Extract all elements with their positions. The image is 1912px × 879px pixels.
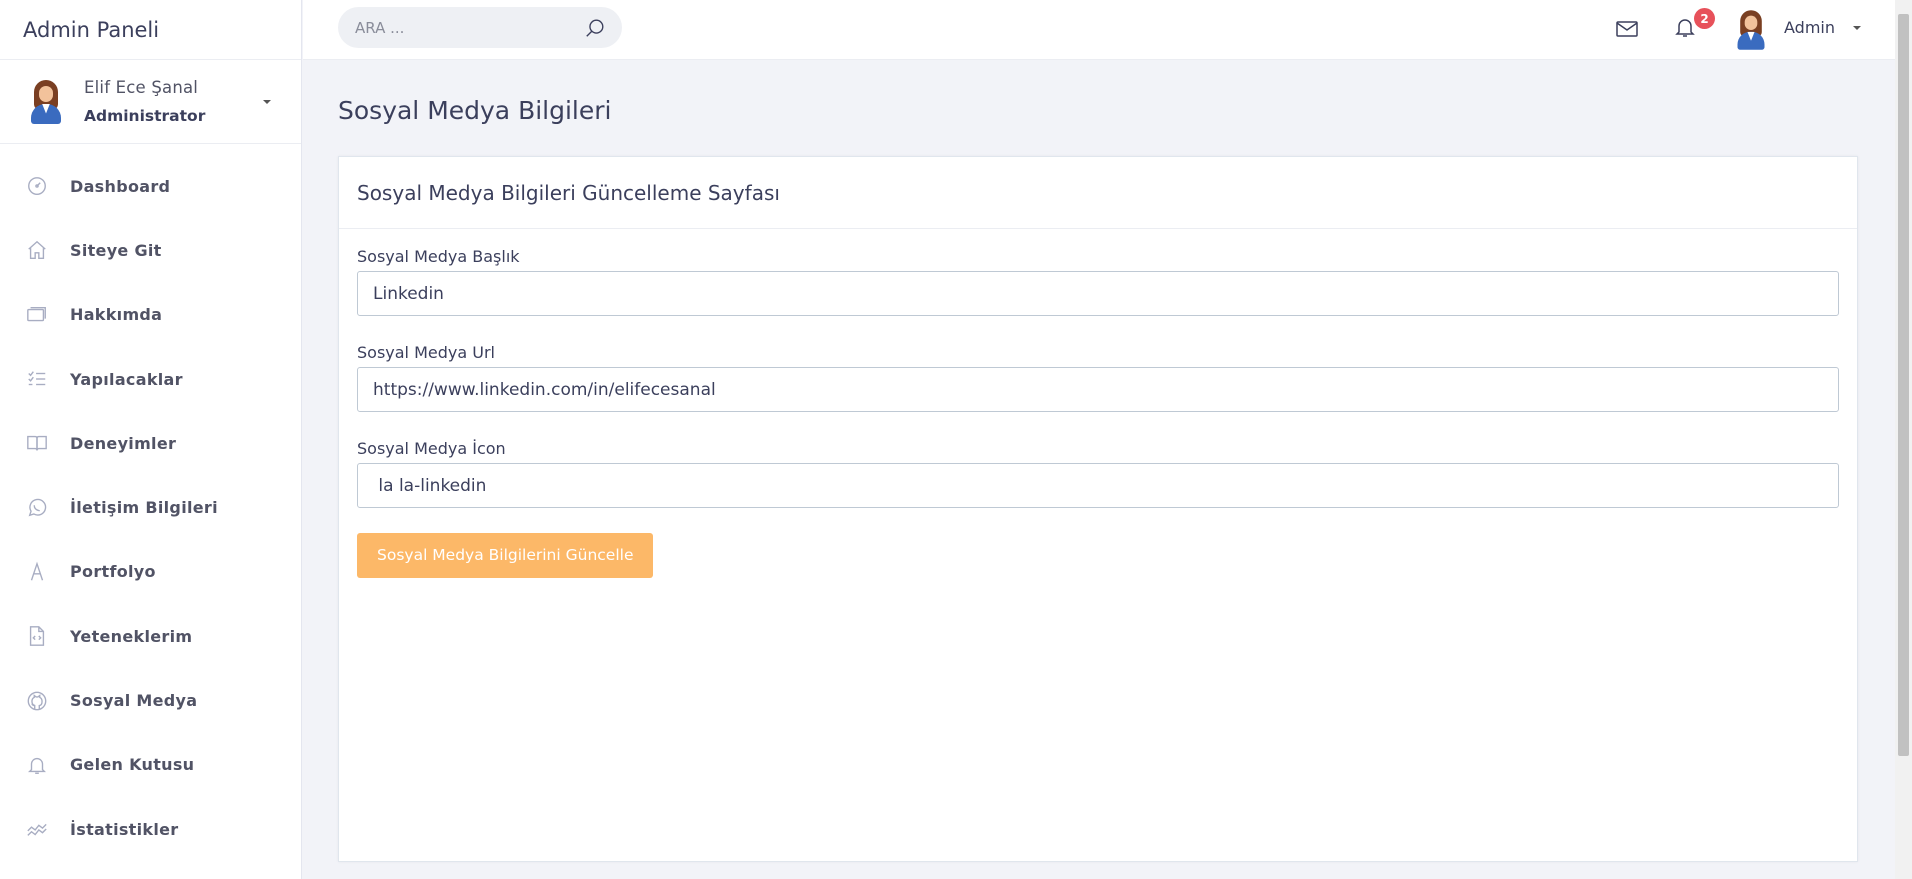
list-icon: [25, 367, 49, 391]
field-label: Sosyal Medya İcon: [357, 439, 506, 458]
social-media-title-input[interactable]: [357, 271, 1839, 316]
search-box: [338, 7, 622, 48]
caret-down-icon[interactable]: [263, 100, 271, 104]
sidebar-item-yeteneklerim[interactable]: Yeteneklerim: [0, 604, 301, 668]
sidebar-item-label: Sosyal Medya: [70, 691, 198, 711]
sidebar-item-label: Siteye Git: [70, 240, 162, 260]
sidebar-item-label: Gelen Kutusu: [70, 755, 195, 775]
scrollbar-thumb[interactable]: [1898, 14, 1909, 756]
mail-icon[interactable]: [1615, 17, 1641, 43]
sidebar-item-dashboard[interactable]: Dashboard: [0, 154, 301, 218]
social-media-icon-input[interactable]: [357, 463, 1839, 508]
brand-title[interactable]: Admin Paneli: [0, 0, 301, 60]
sidebar-item-sosyal-medya[interactable]: Sosyal Medya: [0, 668, 301, 732]
sidebar-item-hakkimda[interactable]: Hakkımda: [0, 283, 301, 347]
whatsapp-icon: [25, 496, 49, 520]
sidebar-item-label: İletişim Bilgileri: [70, 498, 218, 518]
sidebar-item-iletisim[interactable]: İletişim Bilgileri: [0, 475, 301, 539]
chart-line-icon: [25, 817, 49, 841]
sidebar-item-label: Yeteneklerim: [70, 626, 193, 646]
sidebar-item-deneyimler[interactable]: Deneyimler: [0, 411, 301, 475]
cards-icon: [25, 303, 49, 327]
vertical-scrollbar[interactable]: [1895, 0, 1912, 879]
book-icon: [25, 431, 49, 455]
search-icon[interactable]: [584, 17, 606, 39]
field-group-url: Sosyal Medya Url: [357, 343, 1839, 412]
user-avatar[interactable]: [1735, 10, 1767, 50]
speedometer-icon: [25, 174, 49, 198]
notification-badge: 2: [1694, 8, 1715, 29]
sidebar-item-istatistikler[interactable]: İstatistikler: [0, 797, 301, 861]
sidebar: Admin Paneli Elif Ece Şanal Administrato…: [0, 0, 302, 879]
sidebar-item-yapilacaklar[interactable]: Yapılacaklar: [0, 347, 301, 411]
top-bar: [303, 0, 1912, 60]
social-media-form: Sosyal Medya Başlık Sosyal Medya Url Sos…: [339, 229, 1857, 578]
github-icon: [25, 689, 49, 713]
field-label: Sosyal Medya Başlık: [357, 247, 520, 266]
sidebar-item-label: İstatistikler: [70, 819, 179, 839]
avatar: [28, 79, 64, 124]
sidebar-item-label: Hakkımda: [70, 305, 163, 325]
sidebar-item-label: Dashboard: [70, 176, 171, 196]
card-title: Sosyal Medya Bilgileri Güncelleme Sayfas…: [339, 157, 1857, 229]
sidebar-item-label: Portfolyo: [70, 562, 156, 582]
home-icon: [25, 238, 49, 262]
user-menu-label[interactable]: Admin: [1784, 18, 1835, 37]
search-input[interactable]: [338, 7, 558, 48]
field-group-title: Sosyal Medya Başlık: [357, 247, 1839, 316]
social-media-url-input[interactable]: [357, 367, 1839, 412]
field-group-icon: Sosyal Medya İcon: [357, 439, 1839, 508]
field-label: Sosyal Medya Url: [357, 343, 495, 362]
sidebar-menu: Dashboard Siteye Git Hakkımda Yapılacakl…: [0, 144, 301, 861]
sidebar-item-gelen-kutusu[interactable]: Gelen Kutusu: [0, 733, 301, 797]
letter-a-icon: [25, 560, 49, 584]
sidebar-item-portfolyo[interactable]: Portfolyo: [0, 540, 301, 604]
caret-down-icon[interactable]: [1853, 26, 1861, 30]
profile-name: Elif Ece Şanal: [84, 78, 199, 97]
sidebar-item-label: Deneyimler: [70, 433, 177, 453]
profile-role: Administrator: [84, 107, 206, 125]
code-file-icon: [25, 624, 49, 648]
form-card: Sosyal Medya Bilgileri Güncelleme Sayfas…: [338, 156, 1858, 862]
update-button[interactable]: Sosyal Medya Bilgilerini Güncelle: [357, 533, 654, 578]
sidebar-item-siteye-git[interactable]: Siteye Git: [0, 218, 301, 282]
sidebar-item-label: Yapılacaklar: [70, 369, 183, 389]
bell-icon: [25, 753, 49, 777]
page-title: Sosyal Medya Bilgileri: [338, 96, 612, 125]
sidebar-profile[interactable]: Elif Ece Şanal Administrator: [0, 60, 301, 144]
